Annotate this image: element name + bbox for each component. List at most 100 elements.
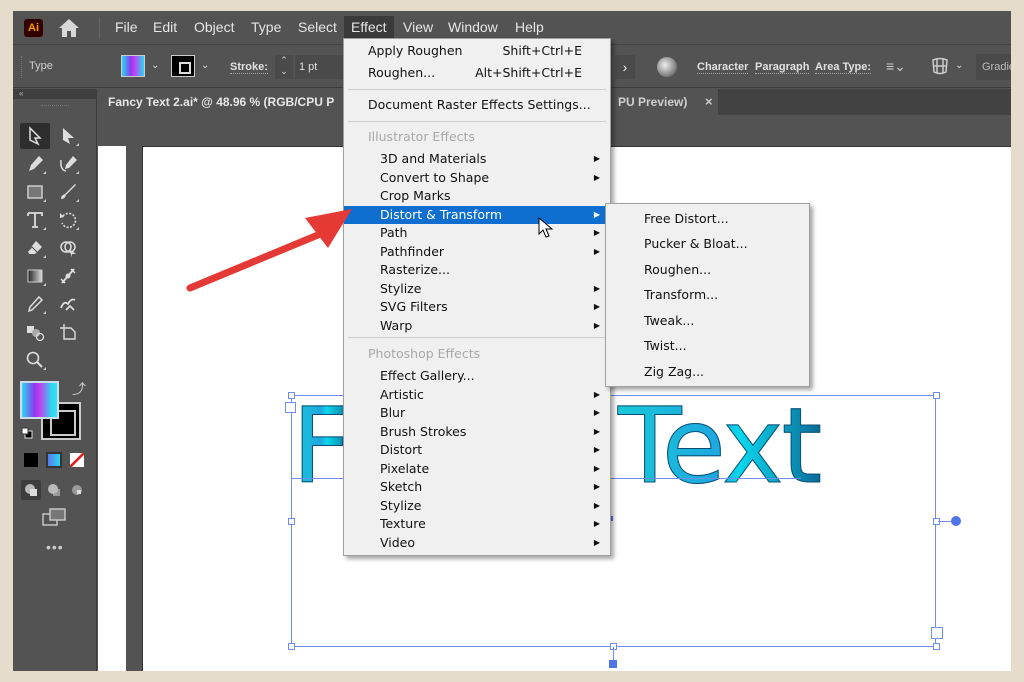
menu-select[interactable]: Select — [291, 11, 344, 45]
menu-item-pixelate[interactable]: Pixelate ▶ — [344, 460, 610, 479]
zoom-tool[interactable] — [20, 347, 50, 373]
selection-handle[interactable] — [288, 643, 295, 650]
gradient-tool[interactable] — [20, 263, 50, 289]
text-out-port[interactable] — [931, 627, 943, 639]
selection-handle[interactable] — [288, 518, 295, 525]
envelope-warp-icon[interactable] — [930, 56, 950, 76]
chevron-down-icon[interactable]: ⌄ — [955, 60, 963, 71]
menu-item-roughen[interactable]: Roughen... Alt+Shift+Ctrl+E — [344, 64, 610, 83]
menu-type[interactable]: Type — [244, 11, 288, 45]
menu-item-document-raster-settings[interactable]: Document Raster Effects Settings... — [344, 96, 610, 115]
menu-item-path[interactable]: Path ▶ — [344, 224, 610, 243]
more-tools-icon[interactable]: ••• — [46, 539, 64, 555]
annotation-arrow — [186, 209, 352, 292]
menu-item-svg-filters[interactable]: SVG Filters ▶ — [344, 298, 610, 317]
fill-color-box[interactable] — [20, 381, 59, 419]
menu-item-artistic[interactable]: Artistic ▶ — [344, 386, 610, 405]
stroke-swatch[interactable] — [171, 55, 195, 77]
menu-item-video[interactable]: Video ▶ — [344, 534, 610, 553]
selection-handle[interactable] — [288, 392, 295, 399]
rectangle-tool[interactable] — [20, 179, 50, 205]
menu-item-label: Sketch — [380, 479, 423, 494]
gradient-button[interactable] — [46, 452, 62, 468]
default-fill-stroke-icon[interactable] — [21, 427, 33, 439]
menu-item-blur[interactable]: Blur ▶ — [344, 404, 610, 423]
paragraph-link[interactable]: Paragraph — [755, 61, 810, 74]
character-link[interactable]: Character — [697, 61, 749, 74]
draw-inside-button[interactable] — [67, 480, 87, 500]
menu-item-stylize[interactable]: Stylize ▶ — [344, 497, 610, 516]
menu-item-sketch[interactable]: Sketch ▶ — [344, 478, 610, 497]
curvature-tool[interactable] — [53, 151, 83, 177]
artboard-tool[interactable] — [53, 319, 83, 345]
draw-normal-button[interactable] — [21, 480, 41, 500]
stroke-label[interactable]: Stroke: — [230, 61, 268, 74]
menu-object[interactable]: Object — [187, 11, 241, 45]
swap-fill-stroke-icon[interactable]: ⤴ — [72, 379, 86, 399]
menu-item-crop-marks[interactable]: Crop Marks — [344, 187, 610, 206]
menu-item-convert-to-shape[interactable]: Convert to Shape ▶ — [344, 169, 610, 188]
menu-item-pathfinder[interactable]: Pathfinder ▶ — [344, 243, 610, 262]
area-type-link[interactable]: Area Type: — [815, 61, 872, 74]
menu-item-label: Warp — [380, 317, 413, 333]
menu-item-stylize[interactable]: Stylize ▶ — [344, 280, 610, 299]
align-icon[interactable]: ≡⌄ — [886, 58, 906, 75]
chevron-down-icon[interactable]: ⌄ — [151, 60, 159, 71]
submenu-item-roughen[interactable]: Roughen... — [644, 260, 711, 280]
rotation-handle[interactable] — [951, 516, 961, 526]
eraser-tool[interactable] — [20, 235, 50, 261]
selection-handle[interactable] — [933, 643, 940, 650]
direct-selection-tool[interactable] — [53, 123, 83, 149]
text-in-port[interactable] — [285, 402, 296, 413]
submenu-item-tweak[interactable]: Tweak... — [644, 311, 694, 331]
draw-behind-button[interactable] — [44, 480, 64, 500]
symbol-sprayer-tool[interactable] — [20, 319, 50, 345]
submenu-item-twist[interactable]: Twist... — [644, 336, 687, 356]
selection-tool[interactable] — [20, 123, 50, 149]
menu-edit[interactable]: Edit — [146, 11, 184, 45]
menu-item-distort-transform[interactable]: Distort & Transform ▶ — [344, 205, 610, 224]
menu-item-apply-roughen[interactable]: Apply Roughen Shift+Ctrl+E — [344, 42, 610, 61]
paintbrush-tool[interactable] — [53, 179, 83, 205]
home-icon[interactable] — [58, 18, 80, 38]
shape-builder-tool[interactable] — [53, 235, 83, 261]
puppet-warp-tool[interactable] — [53, 291, 83, 317]
none-swatch-icon[interactable] — [69, 452, 85, 468]
menu-item-label: Pathfinder — [380, 243, 445, 259]
chevron-right-icon[interactable]: › — [615, 55, 635, 79]
menu-item-warp[interactable]: Warp ▶ — [344, 317, 610, 336]
menu-item-label: Crop Marks — [380, 188, 451, 203]
submenu-arrow-icon: ▶ — [593, 482, 600, 491]
selection-handle[interactable] — [933, 392, 940, 399]
menu-item-rasterize[interactable]: Rasterize... — [344, 261, 610, 280]
menu-file[interactable]: File — [108, 11, 145, 45]
brush-icon — [61, 184, 76, 199]
close-icon[interactable]: × — [705, 94, 713, 109]
recolor-artwork-icon[interactable] — [657, 57, 677, 77]
fill-swatch[interactable] — [121, 55, 145, 77]
menu-item-brush-strokes[interactable]: Brush Strokes ▶ — [344, 423, 610, 442]
panel-grip[interactable] — [21, 56, 23, 78]
rotate-tool[interactable] — [53, 207, 83, 233]
menu-effect[interactable]: Effect — [344, 16, 394, 40]
width-tool[interactable] — [53, 263, 83, 289]
menu-item-distort[interactable]: Distort ▶ — [344, 441, 610, 460]
gradient-button[interactable]: Gradie — [976, 54, 1011, 80]
anchor-handle[interactable] — [609, 660, 617, 668]
submenu-item-zig-zag[interactable]: Zig Zag... — [644, 362, 704, 382]
chevron-down-icon[interactable]: ⌄ — [201, 60, 209, 71]
submenu-item-free-distort[interactable]: Free Distort... — [644, 209, 729, 229]
menu-item-3d-and-materials[interactable]: 3D and Materials ▶ — [344, 150, 610, 169]
menu-item-texture[interactable]: Texture ▶ — [344, 515, 610, 534]
tools-collapse[interactable]: « — [13, 89, 97, 99]
eyedropper-tool[interactable] — [20, 291, 50, 317]
submenu-item-pucker-bloat[interactable]: Pucker & Bloat... — [644, 234, 748, 254]
pen-tool[interactable] — [20, 151, 50, 177]
stroke-stepper[interactable]: ⌃ ⌄ — [275, 55, 293, 79]
menu-item-effect-gallery[interactable]: Effect Gallery... — [344, 367, 610, 386]
color-button[interactable] — [23, 452, 39, 468]
screen-mode-icon[interactable] — [41, 507, 67, 527]
type-tool[interactable] — [20, 207, 50, 233]
submenu-item-transform[interactable]: Transform... — [644, 285, 718, 305]
panel-grip[interactable] — [41, 105, 69, 107]
